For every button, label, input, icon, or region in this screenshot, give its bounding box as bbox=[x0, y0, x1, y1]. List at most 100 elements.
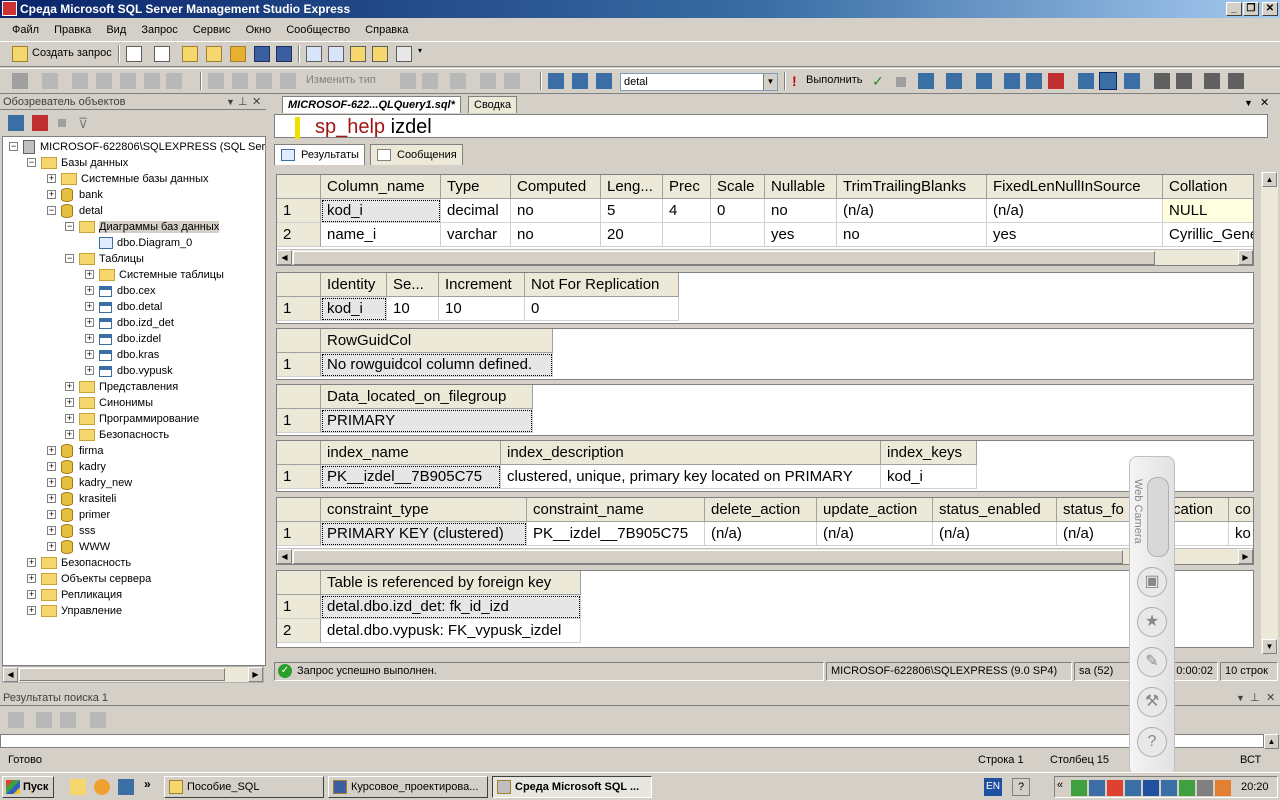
column-header[interactable]: index_name bbox=[321, 441, 501, 465]
snapshot-icon[interactable]: ▣ bbox=[1137, 567, 1167, 597]
chevron-down-icon[interactable]: ▼ bbox=[763, 74, 777, 90]
scroll-up-icon[interactable]: ▲ bbox=[1262, 172, 1277, 187]
column-header[interactable]: Data_located_on_filegroup bbox=[321, 385, 533, 409]
table-cell[interactable]: 0 bbox=[711, 199, 765, 223]
toolbar-overflow-icon[interactable]: ▾ bbox=[418, 46, 426, 62]
save-all-icon[interactable] bbox=[276, 46, 292, 62]
quicklaunch-icon[interactable] bbox=[94, 779, 110, 795]
menu-window[interactable]: Окно bbox=[240, 20, 278, 40]
tree-table-cex[interactable]: + dbo.cex bbox=[85, 283, 156, 299]
table-cell[interactable]: 20 bbox=[601, 223, 663, 247]
table-cell[interactable]: no bbox=[511, 199, 601, 223]
favorite-star-icon[interactable]: ★ bbox=[1137, 607, 1167, 637]
tree-db-primer[interactable]: + primer bbox=[47, 507, 110, 523]
tree-table-detal[interactable]: + dbo.detal bbox=[85, 299, 162, 315]
table-cell[interactable]: no bbox=[765, 199, 837, 223]
tree-tables[interactable]: − Таблицы bbox=[65, 251, 144, 267]
overflow-chevron-icon[interactable]: » bbox=[144, 777, 151, 791]
quicklaunch-icon[interactable] bbox=[70, 779, 86, 795]
scroll-up-icon[interactable]: ▲ bbox=[1264, 734, 1279, 749]
table-cell[interactable]: kod_i bbox=[881, 465, 977, 489]
tray-icon[interactable] bbox=[1143, 780, 1159, 796]
registered-servers-icon[interactable] bbox=[306, 46, 322, 62]
column-header[interactable]: constraint_type bbox=[321, 498, 527, 522]
scroll-right-icon[interactable]: ▶ bbox=[1238, 250, 1253, 265]
column-header[interactable]: FixedLenNullInSource bbox=[987, 175, 1163, 199]
help-icon[interactable]: ? bbox=[1012, 778, 1030, 796]
comment-out-icon[interactable] bbox=[1154, 73, 1170, 89]
table-cell[interactable]: detal.dbo.izd_det: fk_id_izd bbox=[321, 595, 581, 619]
results-text-icon[interactable] bbox=[1048, 73, 1064, 89]
tree-db-security[interactable]: + Безопасность bbox=[65, 427, 169, 443]
edit-icon[interactable]: ✎ bbox=[1137, 647, 1167, 677]
dropdown-icon[interactable]: ▼ bbox=[1236, 690, 1245, 706]
tree-server[interactable]: − MICROSOF-622806\SQLEXPRESS (SQL Server bbox=[9, 139, 265, 155]
restore-button[interactable]: ❐ bbox=[1243, 2, 1259, 16]
column-header[interactable]: Leng... bbox=[601, 175, 663, 199]
row-number[interactable]: 1 bbox=[277, 353, 321, 377]
template-explorer-icon[interactable] bbox=[350, 46, 366, 62]
table-cell[interactable]: decimal bbox=[441, 199, 511, 223]
decrease-indent-icon[interactable] bbox=[1204, 73, 1220, 89]
row-number[interactable]: 1 bbox=[277, 595, 321, 619]
table-cell[interactable]: kod_i bbox=[321, 297, 387, 321]
row-number[interactable]: 1 bbox=[277, 199, 321, 223]
close-tab-icon[interactable]: ✕ bbox=[1260, 96, 1269, 109]
table-cell[interactable] bbox=[663, 223, 711, 247]
increase-indent-icon[interactable] bbox=[1228, 73, 1244, 89]
include-plan-icon[interactable] bbox=[1004, 73, 1020, 89]
new-query-button[interactable]: Создать запрос bbox=[32, 47, 112, 59]
table-cell[interactable]: (n/a) bbox=[933, 522, 1057, 546]
filter-icon[interactable]: ⊽ bbox=[78, 115, 94, 131]
change-connection-icon[interactable] bbox=[572, 73, 588, 89]
disconnect-object-icon[interactable] bbox=[32, 115, 48, 131]
clock[interactable]: 20:20 bbox=[1241, 781, 1269, 793]
column-header[interactable]: Not For Replication bbox=[525, 273, 679, 297]
tree-db-firma[interactable]: + firma bbox=[47, 443, 103, 459]
table-cell-null[interactable]: NULL bbox=[1163, 199, 1253, 223]
search-results-list[interactable] bbox=[0, 734, 1264, 748]
column-header[interactable]: Column_name bbox=[321, 175, 441, 199]
properties-icon[interactable] bbox=[372, 46, 388, 62]
tree-db-www[interactable]: + WWW bbox=[47, 539, 110, 555]
tray-icon[interactable] bbox=[1125, 780, 1141, 796]
query-designer-icon[interactable] bbox=[946, 73, 962, 89]
minimize-button[interactable]: _ bbox=[1226, 2, 1242, 16]
table-cell[interactable]: detal.dbo.vypusk: FK_vypusk_izdel bbox=[321, 619, 581, 643]
tree-server-objects[interactable]: + Объекты сервера bbox=[27, 571, 151, 587]
column-header[interactable]: Scale bbox=[711, 175, 765, 199]
row-number[interactable]: 1 bbox=[277, 409, 321, 433]
table-cell[interactable]: clustered, unique, primary key located o… bbox=[501, 465, 881, 489]
results-to-grid-icon[interactable] bbox=[1099, 72, 1117, 90]
table-cell[interactable]: name_i bbox=[321, 223, 441, 247]
tree-replication[interactable]: + Репликация bbox=[27, 587, 122, 603]
tree-programming[interactable]: + Программирование bbox=[65, 411, 199, 427]
column-header[interactable]: constraint_name bbox=[527, 498, 705, 522]
tree-synonyms[interactable]: + Синонимы bbox=[65, 395, 153, 411]
grid-horizontal-scrollbar[interactable]: ◀ ▶ bbox=[277, 548, 1253, 564]
new-file-icon[interactable] bbox=[154, 46, 170, 62]
tree-db-krasiteli[interactable]: + krasiteli bbox=[47, 491, 116, 507]
scroll-thumb[interactable] bbox=[293, 251, 1155, 265]
menu-tools[interactable]: Сервис bbox=[187, 20, 237, 40]
scroll-left-icon[interactable]: ◀ bbox=[277, 549, 292, 564]
tree-db-bank[interactable]: + bank bbox=[47, 187, 103, 203]
open-file-icon[interactable] bbox=[182, 46, 198, 62]
tree-security[interactable]: + Безопасность bbox=[27, 555, 131, 571]
tree-table-kras[interactable]: + dbo.kras bbox=[85, 347, 159, 363]
table-cell[interactable]: no bbox=[511, 223, 601, 247]
column-header[interactable]: cation bbox=[1167, 498, 1229, 522]
tree-system-tables[interactable]: + Системные таблицы bbox=[85, 267, 224, 283]
table-cell[interactable]: 10 bbox=[387, 297, 439, 321]
tab-messages[interactable]: Сообщения bbox=[370, 144, 463, 165]
connect-icon[interactable] bbox=[12, 73, 28, 89]
pin-icon[interactable]: ⊥ bbox=[238, 94, 248, 110]
row-number[interactable]: 2 bbox=[277, 619, 321, 643]
tab-summary[interactable]: Сводка bbox=[468, 96, 518, 113]
table-cell[interactable]: yes bbox=[765, 223, 837, 247]
save-icon[interactable] bbox=[254, 46, 270, 62]
table-cell[interactable]: (n/a) bbox=[987, 199, 1163, 223]
dropdown-icon[interactable]: ▼ bbox=[1244, 98, 1253, 108]
table-cell[interactable]: (n/a) bbox=[705, 522, 817, 546]
wrench-icon[interactable]: ⚒ bbox=[1137, 687, 1167, 717]
